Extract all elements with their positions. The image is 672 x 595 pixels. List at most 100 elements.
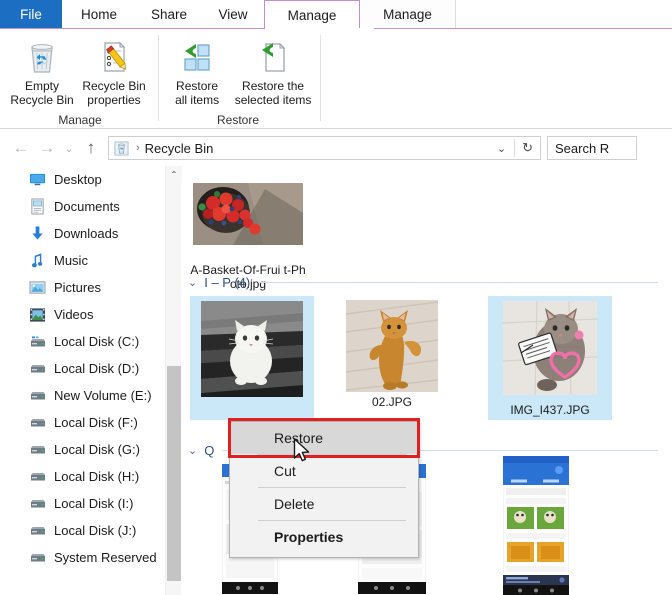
sidebar-label-new-volume-e: New Volume (E:) xyxy=(54,388,152,403)
back-button[interactable]: ← xyxy=(8,135,34,161)
empty-recycle-bin-button[interactable]: Empty Recycle Bin xyxy=(6,35,78,107)
file-tile-screenshot-3[interactable] xyxy=(476,456,596,595)
context-menu-item-delete[interactable]: Delete xyxy=(230,488,418,520)
ribbon-group-divider-1 xyxy=(158,35,159,121)
chevron-down-icon[interactable]: ⌄ xyxy=(188,276,197,289)
up-button[interactable]: ↑ xyxy=(78,135,104,161)
tab-share-label: Share xyxy=(150,7,188,22)
file-tile-selected-cat[interactable] xyxy=(190,296,314,420)
sidebar-label-desktop: Desktop xyxy=(54,172,102,187)
thumbnail xyxy=(332,300,452,392)
kitten-heart-thumbnail xyxy=(503,301,597,395)
tab-home-label: Home xyxy=(80,7,117,22)
tab-manage-active-label: Manage xyxy=(287,7,337,23)
sidebar-item-music[interactable]: Music xyxy=(0,247,165,274)
refresh-icon[interactable]: ↻ xyxy=(515,140,540,156)
address-dropdown-icon[interactable]: ⌄ xyxy=(489,142,514,155)
sidebar-item-local-disk-d[interactable]: Local Disk (D:) xyxy=(0,355,165,382)
context-menu-item-cut[interactable]: Cut xyxy=(230,455,418,487)
drive-icon xyxy=(28,521,47,540)
ribbon-group-restore-label: Restore xyxy=(216,113,260,127)
drive-icon xyxy=(28,494,47,513)
sidebar-item-local-disk-g[interactable]: Local Disk (G:) xyxy=(0,436,165,463)
search-placeholder: Search R xyxy=(555,140,610,156)
sidebar-item-pictures[interactable]: Pictures xyxy=(0,274,165,301)
restore-all-items-button[interactable]: Restore all items xyxy=(162,35,232,107)
tab-file[interactable]: File xyxy=(0,0,62,29)
search-input[interactable]: Search R xyxy=(547,136,637,160)
tab-view[interactable]: View xyxy=(202,0,264,29)
thumbnail xyxy=(488,296,612,400)
file-explorer-window: File Home Share View Manage Manage Empty… xyxy=(0,0,672,595)
mobile-gallery-screenshot-thumbnail xyxy=(503,456,569,595)
sidebar-item-local-disk-i[interactable]: Local Disk (I:) xyxy=(0,490,165,517)
mouse-cursor xyxy=(293,438,312,469)
sidebar-label-local-disk-d: Local Disk (D:) xyxy=(54,361,140,376)
sidebar-item-system-reserved[interactable]: System Reserved xyxy=(0,544,165,571)
sidebar-label-local-disk-c: Local Disk (C:) xyxy=(54,334,140,349)
sidebar-item-local-disk-f[interactable]: Local Disk (F:) xyxy=(0,409,165,436)
scroll-up-icon[interactable]: ⌃ xyxy=(166,166,182,183)
fruit-basket-thumbnail xyxy=(193,183,303,245)
documents-icon xyxy=(28,197,47,216)
scrollbar-thumb[interactable] xyxy=(167,366,181,581)
tab-manage-active[interactable]: Manage xyxy=(264,0,360,29)
sidebar-label-local-disk-h: Local Disk (H:) xyxy=(54,469,140,484)
context-menu[interactable]: Restore Cut Delete Properties xyxy=(229,421,419,558)
ribbon-group-divider-2 xyxy=(320,35,321,121)
group-header-rule xyxy=(258,281,658,283)
sidebar-item-downloads[interactable]: Downloads xyxy=(0,220,165,247)
sidebar-item-local-disk-j[interactable]: Local Disk (J:) xyxy=(0,517,165,544)
chevron-down-icon: ⌄ xyxy=(64,142,74,155)
ribbon-active-tab-gap xyxy=(277,27,374,30)
file-tile-img-i437[interactable]: IMG_I437.JPG xyxy=(488,296,612,420)
restore-selected-icon xyxy=(255,37,291,77)
address-path-box[interactable]: › Recycle Bin ⌄ ↻ xyxy=(108,136,541,160)
downloads-icon xyxy=(28,224,47,243)
sidebar-label-system-reserved: System Reserved xyxy=(54,550,157,565)
sidebar-item-desktop[interactable]: Desktop xyxy=(0,166,165,193)
group-header-label: Q xyxy=(204,442,215,458)
sidebar-item-local-disk-c[interactable]: Local Disk (C:) xyxy=(0,328,165,355)
tab-manage-second[interactable]: Manage xyxy=(360,0,456,29)
recycle-bin-properties-button[interactable]: Recycle Bin properties xyxy=(78,35,150,107)
tab-home[interactable]: Home xyxy=(62,0,136,29)
tab-share[interactable]: Share xyxy=(136,0,202,29)
sidebar-label-downloads: Downloads xyxy=(54,226,119,241)
sidebar-item-documents[interactable]: Documents xyxy=(0,193,165,220)
context-menu-label: Properties xyxy=(274,529,344,545)
recycle-bin-properties-label: Recycle Bin properties xyxy=(82,79,146,107)
drive-icon xyxy=(28,359,47,378)
tab-file-label: File xyxy=(20,7,42,22)
sidebar-item-new-volume-e[interactable]: New Volume (E:) xyxy=(0,382,165,409)
file-tile-ginger-cat[interactable]: 02.JPG xyxy=(332,300,452,409)
group-header-label: I – P (4) xyxy=(204,274,251,290)
desktop-icon xyxy=(28,170,47,189)
sidebar-item-local-disk-h[interactable]: Local Disk (H:) xyxy=(0,463,165,490)
tab-manage-second-label: Manage xyxy=(383,7,432,22)
ribbon-group-manage-label: Manage xyxy=(58,113,102,127)
forward-button[interactable]: → xyxy=(34,135,60,161)
address-bar: ← → ⌄ ↑ › Recycle Bin ⌄ ↻ Search R xyxy=(0,130,672,166)
ginger-cat-thumbnail xyxy=(346,300,438,392)
context-menu-item-restore[interactable]: Restore xyxy=(230,422,418,454)
sidebar-label-music: Music xyxy=(54,253,88,268)
breadcrumb-path[interactable]: Recycle Bin xyxy=(145,141,489,156)
group-header-i-p[interactable]: ⌄ I – P (4) xyxy=(188,272,658,292)
breadcrumb-separator: › xyxy=(136,142,140,154)
sidebar-item-videos[interactable]: Videos xyxy=(0,301,165,328)
recent-locations-button[interactable]: ⌄ xyxy=(60,135,78,161)
recycle-bin-small-icon xyxy=(111,139,131,157)
empty-recycle-bin-label: Empty Recycle Bin xyxy=(10,79,74,107)
sidebar-label-local-disk-g: Local Disk (G:) xyxy=(54,442,140,457)
file-tile-label: 02.JPG xyxy=(371,395,413,409)
restore-selected-items-button[interactable]: Restore the selected items xyxy=(232,35,314,107)
navigation-scrollbar[interactable]: ⌃ xyxy=(165,166,182,595)
context-menu-item-properties[interactable]: Properties xyxy=(230,521,418,553)
drive-icon xyxy=(28,413,47,432)
thumbnail xyxy=(476,456,596,595)
sidebar-label-pictures: Pictures xyxy=(54,280,101,295)
chevron-down-icon[interactable]: ⌄ xyxy=(188,444,197,457)
drive-icon xyxy=(28,440,47,459)
ribbon-panel: Empty Recycle Bin Recycle Bin properties… xyxy=(0,29,672,129)
